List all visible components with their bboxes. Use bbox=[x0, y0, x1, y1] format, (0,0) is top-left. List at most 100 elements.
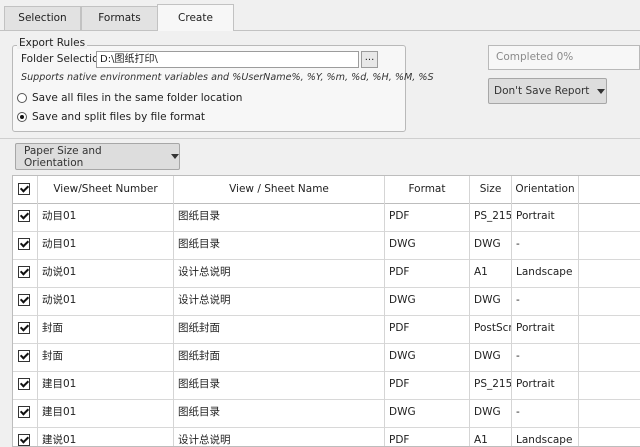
cell-sheet-name: 图纸目录 bbox=[174, 231, 385, 259]
cell-sheet-name: 图纸封面 bbox=[174, 343, 385, 371]
cell-checkbox bbox=[13, 231, 38, 259]
cell-sheet-number: 动目01 bbox=[38, 203, 174, 231]
tab-formats[interactable]: Formats bbox=[81, 6, 158, 30]
cell-size: DWG bbox=[470, 231, 512, 259]
cell-checkbox bbox=[13, 287, 38, 315]
cell-sheet-name: 图纸目录 bbox=[174, 371, 385, 399]
cell-sheet-name: 图纸封面 bbox=[174, 315, 385, 343]
cell-checkbox bbox=[13, 203, 38, 231]
cell-sheet-name: 设计总说明 bbox=[174, 259, 385, 287]
cell-size: A1 bbox=[470, 427, 512, 446]
header-format[interactable]: Format bbox=[385, 176, 470, 203]
header-sheet-number[interactable]: View/Sheet Number bbox=[38, 176, 174, 203]
radio-split-format[interactable]: Save and split files by file format bbox=[17, 110, 205, 124]
table-row[interactable]: 动说01 设计总说明 PDF A1 Landscape bbox=[13, 259, 640, 288]
select-all-checkbox[interactable] bbox=[18, 183, 30, 195]
section-divider bbox=[0, 138, 640, 139]
row-checkbox[interactable] bbox=[18, 210, 30, 222]
tab-create[interactable]: Create bbox=[157, 4, 234, 31]
cell-sheet-name: 设计总说明 bbox=[174, 427, 385, 446]
cell-sheet-number: 建说01 bbox=[38, 427, 174, 446]
cell-size: DWG bbox=[470, 399, 512, 427]
browse-folder-button[interactable]: ... bbox=[361, 51, 378, 68]
table-row[interactable]: 建目01 图纸目录 DWG DWG - bbox=[13, 399, 640, 428]
cell-sheet-number: 动说01 bbox=[38, 287, 174, 315]
row-checkbox[interactable] bbox=[18, 378, 30, 390]
header-checkbox-cell bbox=[13, 176, 38, 203]
table-row[interactable]: 建目01 图纸目录 PDF PS_215 Portrait bbox=[13, 371, 640, 400]
cell-size: PS_215 bbox=[470, 203, 512, 231]
tab-selection[interactable]: Selection bbox=[4, 6, 81, 30]
cell-checkbox bbox=[13, 259, 38, 287]
folder-path-input[interactable]: D:\图纸打印\ bbox=[96, 51, 359, 68]
cell-sheet-name: 图纸目录 bbox=[174, 203, 385, 231]
row-checkbox[interactable] bbox=[18, 434, 30, 446]
radio-split-format-circle[interactable] bbox=[17, 112, 27, 122]
radio-same-folder-circle[interactable] bbox=[17, 93, 27, 103]
row-checkbox[interactable] bbox=[18, 294, 30, 306]
table-row[interactable]: 建说01 设计总说明 PDF A1 Landscape bbox=[13, 427, 640, 446]
cell-size: A1 bbox=[470, 259, 512, 287]
chevron-down-icon bbox=[597, 88, 606, 94]
cell-sheet-name: 设计总说明 bbox=[174, 287, 385, 315]
header-size[interactable]: Size bbox=[470, 176, 512, 203]
row-checkbox[interactable] bbox=[18, 238, 30, 250]
sheets-table: View/Sheet Number View / Sheet Name Form… bbox=[12, 175, 640, 447]
cell-orientation: Portrait bbox=[512, 371, 579, 399]
table-row[interactable]: 动说01 设计总说明 DWG DWG - bbox=[13, 287, 640, 316]
cell-format: DWG bbox=[385, 287, 470, 315]
cell-size: PostScr bbox=[470, 315, 512, 343]
cell-format: PDF bbox=[385, 427, 470, 446]
cell-checkbox bbox=[13, 399, 38, 427]
radio-same-folder-label: Save all files in the same folder locati… bbox=[32, 92, 243, 104]
radio-same-folder[interactable]: Save all files in the same folder locati… bbox=[17, 91, 242, 105]
paper-size-orientation-label: Paper Size and Orientation bbox=[24, 144, 102, 169]
row-checkbox[interactable] bbox=[18, 406, 30, 418]
cell-format: PDF bbox=[385, 315, 470, 343]
cell-orientation: Landscape bbox=[512, 427, 579, 446]
report-dropdown-label: Don't Save Report bbox=[494, 85, 590, 97]
cell-orientation: - bbox=[512, 287, 579, 315]
header-orientation[interactable]: Orientation bbox=[512, 176, 579, 203]
cell-sheet-number: 建目01 bbox=[38, 399, 174, 427]
row-checkbox[interactable] bbox=[18, 266, 30, 278]
cell-sheet-number: 动目01 bbox=[38, 231, 174, 259]
cell-orientation: - bbox=[512, 399, 579, 427]
cell-size: PS_215 bbox=[470, 371, 512, 399]
cell-sheet-number: 建目01 bbox=[38, 371, 174, 399]
cell-format: PDF bbox=[385, 203, 470, 231]
report-dropdown-button[interactable]: Don't Save Report bbox=[488, 78, 607, 104]
table-row[interactable]: 动目01 图纸目录 PDF PS_215 Portrait bbox=[13, 203, 640, 232]
row-checkbox[interactable] bbox=[18, 350, 30, 362]
cell-format: DWG bbox=[385, 343, 470, 371]
table-header: View/Sheet Number View / Sheet Name Form… bbox=[13, 176, 640, 204]
cell-sheet-number: 封面 bbox=[38, 343, 174, 371]
table-row[interactable]: 封面 图纸封面 DWG DWG - bbox=[13, 343, 640, 372]
row-checkbox[interactable] bbox=[18, 322, 30, 334]
cell-orientation: Landscape bbox=[512, 259, 579, 287]
cell-checkbox bbox=[13, 343, 38, 371]
progress-status: Completed 0% bbox=[488, 45, 640, 70]
chevron-down-icon bbox=[171, 154, 179, 159]
folder-selection-label: Folder Selection bbox=[21, 53, 106, 65]
cell-sheet-number: 封面 bbox=[38, 315, 174, 343]
cell-format: PDF bbox=[385, 371, 470, 399]
cell-size: DWG bbox=[470, 343, 512, 371]
cell-format: PDF bbox=[385, 259, 470, 287]
cell-size: DWG bbox=[470, 287, 512, 315]
cell-checkbox bbox=[13, 315, 38, 343]
cell-checkbox bbox=[13, 371, 38, 399]
paper-size-orientation-button[interactable]: Paper Size and Orientation bbox=[15, 143, 180, 170]
cell-orientation: Portrait bbox=[512, 315, 579, 343]
cell-orientation: - bbox=[512, 343, 579, 371]
header-sheet-name[interactable]: View / Sheet Name bbox=[174, 176, 385, 203]
table-row[interactable]: 动目01 图纸目录 DWG DWG - bbox=[13, 231, 640, 260]
cell-sheet-name: 图纸目录 bbox=[174, 399, 385, 427]
cell-orientation: Portrait bbox=[512, 203, 579, 231]
radio-split-format-label: Save and split files by file format bbox=[32, 111, 206, 123]
folder-variables-hint: Supports native environment variables an… bbox=[21, 72, 434, 83]
tab-bar: Selection Formats Create bbox=[0, 0, 640, 31]
tab-divider bbox=[0, 30, 640, 31]
cell-format: DWG bbox=[385, 231, 470, 259]
table-row[interactable]: 封面 图纸封面 PDF PostScr Portrait bbox=[13, 315, 640, 344]
